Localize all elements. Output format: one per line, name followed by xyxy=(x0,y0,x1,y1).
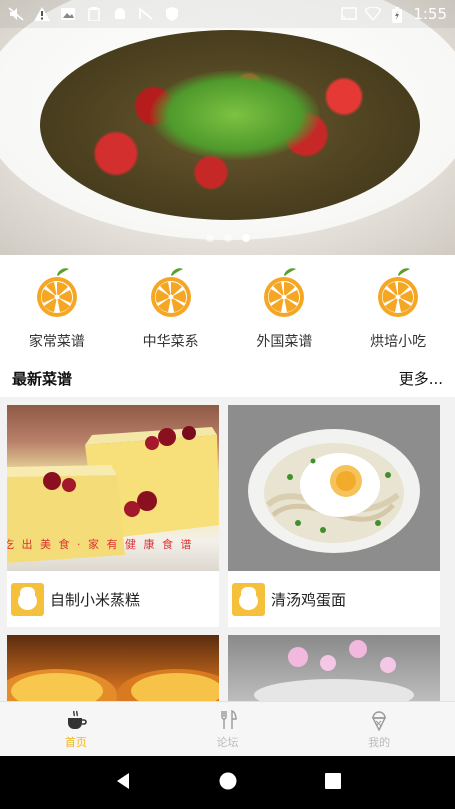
home-icon[interactable] xyxy=(218,771,238,795)
orange-slice-icon xyxy=(35,267,79,319)
tab-label: 我的 xyxy=(368,735,391,749)
orange-slice-icon xyxy=(262,267,306,319)
wifi-off-icon xyxy=(364,6,383,22)
page-dot xyxy=(223,234,232,242)
cilantro-garnish xyxy=(150,70,320,160)
recipe-name: 自制小米蒸糕 xyxy=(50,590,141,609)
orange-slice-icon xyxy=(149,267,193,319)
status-bar: 1:55 xyxy=(0,0,455,28)
recipe-caption: 清汤鸡蛋面 xyxy=(228,571,440,627)
section-title: 最新菜谱 xyxy=(12,369,73,388)
recipe-name: 清汤鸡蛋面 xyxy=(271,590,347,609)
tab-forum[interactable]: 论坛 xyxy=(152,702,304,756)
chef-avatar-icon xyxy=(11,582,44,616)
bottom-navigation: 首页 论坛 我的 xyxy=(0,701,455,756)
tab-label: 首页 xyxy=(64,735,87,749)
android-icon xyxy=(112,7,128,21)
ice-cream-icon xyxy=(367,709,391,731)
category-row: 家常菜谱 中华菜系 外国菜谱 烘培小吃 xyxy=(0,255,455,363)
banner-page-indicator xyxy=(0,234,455,242)
recipe-caption: 自制小米蒸糕 xyxy=(7,571,219,627)
page-dot-active xyxy=(241,234,250,242)
more-link[interactable]: 更多... xyxy=(399,368,443,389)
category-home-cooking[interactable]: 家常菜谱 xyxy=(0,255,114,363)
category-label: 中华菜系 xyxy=(142,334,199,350)
category-chinese-cuisine[interactable]: 中华菜系 xyxy=(114,255,228,363)
watermark-text: 吃 出 美 食 · 家 有 健 康 食 谱 xyxy=(7,538,194,551)
recipe-image-dessert xyxy=(228,635,440,701)
recipe-image-millet-cake: 吃 出 美 食 · 家 有 健 康 食 谱 xyxy=(7,405,219,571)
orange-slice-icon xyxy=(376,267,420,319)
warning-icon xyxy=(34,7,50,21)
recipe-card[interactable]: 吃 出 美 食 · 家 有 健 康 食 谱 自制小米蒸糕 xyxy=(7,405,219,627)
mute-icon xyxy=(8,7,24,21)
cast-icon xyxy=(341,7,358,21)
clipboard-icon xyxy=(86,7,102,22)
hero-banner[interactable] xyxy=(0,0,455,255)
recipe-card[interactable] xyxy=(7,635,219,701)
tab-label: 论坛 xyxy=(216,735,239,749)
category-baking-snacks[interactable]: 烘培小吃 xyxy=(341,255,455,363)
no-signal-icon xyxy=(138,7,154,21)
recipe-grid: 吃 出 美 食 · 家 有 健 康 食 谱 自制小米蒸糕 清汤鸡蛋面 xyxy=(0,397,455,701)
category-label: 家常菜谱 xyxy=(28,334,85,350)
recipe-image-egg-tarts xyxy=(7,635,219,701)
shield-icon xyxy=(164,7,180,21)
recipe-card[interactable]: 清汤鸡蛋面 xyxy=(228,405,440,627)
latest-recipes-header: 最新菜谱 更多... xyxy=(0,363,455,393)
battery-charging-icon xyxy=(389,7,405,23)
category-label: 烘培小吃 xyxy=(370,334,427,350)
chef-avatar-icon xyxy=(232,582,265,616)
page-dot xyxy=(205,234,214,242)
recents-icon[interactable] xyxy=(324,772,342,794)
category-label: 外国菜谱 xyxy=(256,334,313,350)
recipe-image-egg-noodles xyxy=(228,405,440,571)
category-foreign-cuisine[interactable]: 外国菜谱 xyxy=(228,255,342,363)
recipe-card[interactable] xyxy=(228,635,440,701)
image-icon xyxy=(60,7,76,21)
clock-time: 1:55 xyxy=(413,5,447,23)
fork-knife-icon xyxy=(216,709,240,731)
system-navigation-bar xyxy=(0,756,455,809)
tab-profile[interactable]: 我的 xyxy=(303,702,455,756)
back-icon[interactable] xyxy=(113,771,133,795)
tab-home[interactable]: 首页 xyxy=(0,702,152,756)
coffee-cup-icon xyxy=(64,709,88,731)
